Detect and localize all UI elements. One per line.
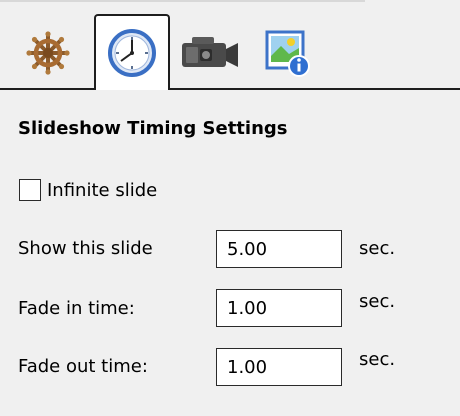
infinite-slide-checkbox[interactable] [19, 179, 41, 201]
fade-in-input[interactable] [216, 289, 342, 327]
ship-wheel-icon [26, 31, 70, 75]
tab-bar [0, 0, 460, 92]
show-slide-duration-input[interactable] [216, 230, 342, 268]
fade-in-label: Fade in time: [18, 298, 135, 319]
infinite-slide-label: Infinite slide [47, 179, 158, 201]
tab-image-info[interactable] [250, 18, 326, 88]
fade-out-label: Fade out time: [18, 356, 148, 377]
tab-general[interactable] [10, 18, 86, 88]
clock-icon [107, 28, 157, 78]
timing-settings-panel: Slideshow Timing Settings Infinite slide… [0, 90, 460, 416]
tab-bar-top-divider [0, 0, 365, 2]
section-title: Slideshow Timing Settings [18, 118, 288, 139]
fade-in-unit: sec. [359, 291, 396, 312]
video-camera-icon [178, 31, 242, 75]
image-info-icon [263, 28, 313, 78]
fade-out-unit: sec. [359, 349, 396, 370]
infinite-slide-option[interactable]: Infinite slide [19, 179, 157, 201]
tab-timing[interactable] [94, 14, 170, 90]
tab-video[interactable] [172, 18, 248, 88]
show-slide-label: Show this slide [18, 238, 153, 259]
show-slide-unit: sec. [359, 238, 396, 259]
fade-out-input[interactable] [216, 348, 342, 386]
